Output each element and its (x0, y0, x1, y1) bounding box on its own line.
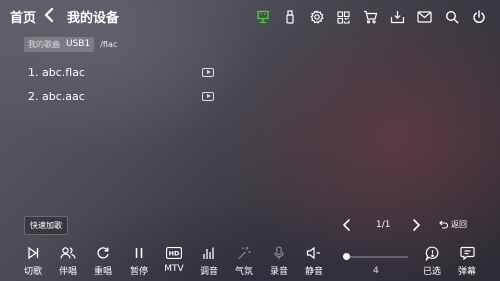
play-preview-icon[interactable] (202, 67, 214, 77)
mtv-label: MTV (164, 264, 184, 274)
tuning-label: 调音 (199, 267, 218, 277)
usb-stick-icon[interactable] (276, 8, 303, 26)
next-song-button[interactable]: 切歌 (18, 245, 48, 277)
breadcrumb-seg-usb: USB1 (66, 39, 91, 49)
home-link[interactable]: 首页 (10, 7, 36, 26)
file-name: 2. abc.aac (28, 89, 85, 103)
download-box-icon[interactable] (384, 8, 411, 26)
duet-label: 伴唱 (58, 267, 77, 277)
pause-label: 暂停 (129, 267, 148, 277)
next-track-icon (26, 245, 40, 261)
list-item[interactable]: 1. abc.flac (28, 64, 214, 80)
page-indicator: 1/1 (376, 220, 391, 230)
pause-button[interactable]: 暂停 (124, 245, 154, 277)
back-button[interactable]: 返回 (439, 219, 467, 230)
volume-value: 4 (373, 266, 379, 276)
next-song-label: 切歌 (23, 267, 42, 277)
replay-icon (96, 245, 110, 261)
usb-device-icon[interactable] (249, 8, 276, 26)
return-arrow-icon (439, 220, 448, 229)
pause-icon (133, 245, 145, 261)
cart-icon[interactable] (357, 8, 384, 26)
duet-icon (60, 245, 76, 261)
mute-label: 静音 (304, 267, 323, 277)
breadcrumb-path: /flac (100, 40, 118, 49)
danmaku-button[interactable]: 弹幕 (452, 245, 482, 277)
svg-text:HD: HD (169, 250, 180, 258)
replay-label: 重唱 (93, 267, 112, 277)
breadcrumb: 我的歌曲 USB1 /flac (24, 37, 117, 52)
mute-button[interactable]: 静音 (299, 245, 329, 277)
file-name: 1. abc.flac (28, 65, 85, 79)
page-title: 我的设备 (67, 11, 120, 26)
quick-add-button[interactable]: 快速加歌 (24, 216, 68, 235)
record-label: 录音 (269, 267, 288, 277)
mail-icon[interactable] (411, 8, 438, 26)
qrcode-icon[interactable] (330, 8, 357, 26)
selected-list-icon (425, 245, 440, 261)
next-page-icon[interactable] (412, 219, 421, 231)
play-preview-icon[interactable] (202, 91, 214, 101)
hd-icon: HD (166, 245, 182, 261)
microphone-icon (273, 245, 285, 261)
atmosphere-label: 气氛 (234, 267, 253, 277)
power-icon[interactable] (465, 8, 492, 26)
breadcrumb-seg-songs: 我的歌曲 (28, 40, 60, 49)
back-chevron-icon[interactable] (44, 8, 54, 22)
record-button[interactable]: 录音 (264, 245, 294, 277)
atmosphere-button[interactable]: 气氛 (229, 245, 259, 277)
mtv-button[interactable]: HD MTV (159, 245, 189, 274)
danmaku-label: 弹幕 (457, 267, 476, 277)
selected-songs-button[interactable]: 已选 (417, 245, 447, 277)
settings-icon[interactable] (303, 8, 330, 26)
replay-button[interactable]: 重唱 (88, 245, 118, 277)
volume-track[interactable] (345, 256, 408, 258)
equalizer-icon (202, 245, 216, 261)
selected-label: 已选 (422, 267, 441, 277)
list-item[interactable]: 2. abc.aac (28, 88, 214, 104)
back-label: 返回 (451, 220, 467, 229)
volume-slider-handle[interactable] (343, 253, 350, 260)
tuning-button[interactable]: 调音 (194, 245, 224, 277)
search-icon[interactable] (438, 8, 465, 26)
prev-page-icon[interactable] (342, 219, 351, 231)
mute-icon (306, 245, 322, 261)
duet-button[interactable]: 伴唱 (53, 245, 83, 277)
top-toolbar (249, 8, 492, 26)
magic-wand-icon (237, 245, 251, 261)
breadcrumb-device[interactable]: 我的歌曲 USB1 (24, 37, 95, 52)
danmaku-icon (459, 245, 475, 261)
